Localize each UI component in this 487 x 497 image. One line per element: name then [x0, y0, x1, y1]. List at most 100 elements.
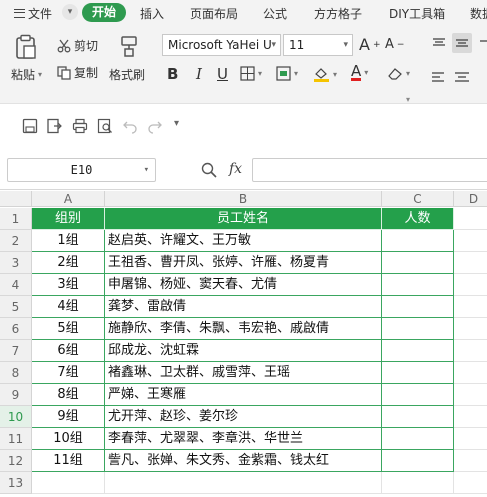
- row-header-9[interactable]: 9: [0, 384, 32, 406]
- table-header-cell[interactable]: 员工姓名: [105, 208, 382, 230]
- table-cell[interactable]: [454, 208, 487, 230]
- table-cell[interactable]: 邱成龙、沈虹霖: [105, 340, 382, 362]
- table-cell[interactable]: 10组: [32, 428, 105, 450]
- table-header-cell[interactable]: 人数: [382, 208, 454, 230]
- column-header-b[interactable]: B: [105, 191, 382, 207]
- save-icon[interactable]: [22, 118, 38, 134]
- table-cell[interactable]: 龚梦、雷啟倩: [105, 296, 382, 318]
- table-cell[interactable]: [382, 230, 454, 252]
- font-name-select[interactable]: Microsoft YaHei U ▾: [162, 34, 281, 56]
- table-cell[interactable]: 3组: [32, 274, 105, 296]
- undo-icon[interactable]: [122, 118, 138, 134]
- table-cell[interactable]: [454, 472, 487, 494]
- increase-font-icon[interactable]: A +: [359, 35, 381, 54]
- table-cell[interactable]: 赵启英、许耀文、王万敏: [105, 230, 382, 252]
- borders-icon[interactable]: ▾: [240, 66, 262, 81]
- align-bottom-icon[interactable]: [476, 33, 487, 53]
- table-cell[interactable]: 褚鑫琳、卫太群、戚雪萍、王瑶: [105, 362, 382, 384]
- table-cell[interactable]: 1组: [32, 230, 105, 252]
- name-box[interactable]: E10 ▾: [7, 158, 156, 182]
- table-cell[interactable]: 严娣、王寒雁: [105, 384, 382, 406]
- table-cell[interactable]: [382, 274, 454, 296]
- table-cell[interactable]: 申屠锦、杨娅、窦天春、尤倩: [105, 274, 382, 296]
- table-cell[interactable]: 7组: [32, 362, 105, 384]
- table-cell[interactable]: [382, 450, 454, 472]
- table-cell[interactable]: 訾凡、张婵、朱文秀、金紫霜、钱太红: [105, 450, 382, 472]
- table-cell[interactable]: [454, 428, 487, 450]
- chevron-down-icon[interactable]: ▾: [271, 35, 276, 55]
- chevron-down-icon[interactable]: ▾: [343, 35, 348, 55]
- print-icon[interactable]: [72, 118, 88, 134]
- fx-icon[interactable]: fx: [229, 161, 242, 177]
- row-header-4[interactable]: 4: [0, 274, 32, 296]
- table-cell[interactable]: 尤开萍、赵珍、姜尔珍: [105, 406, 382, 428]
- chevron-down-icon[interactable]: ▾: [144, 159, 149, 181]
- row-header-2[interactable]: 2: [0, 230, 32, 252]
- table-cell[interactable]: 8组: [32, 384, 105, 406]
- table-cell[interactable]: [454, 362, 487, 384]
- table-cell[interactable]: 11组: [32, 450, 105, 472]
- table-cell[interactable]: 施静欣、李倩、朱飘、韦宏艳、戚啟倩: [105, 318, 382, 340]
- align-middle-icon[interactable]: [452, 33, 472, 53]
- row-header-5[interactable]: 5: [0, 296, 32, 318]
- table-cell[interactable]: [382, 362, 454, 384]
- redo-icon[interactable]: [147, 118, 163, 134]
- table-cell[interactable]: [382, 340, 454, 362]
- table-cell[interactable]: [454, 296, 487, 318]
- table-cell[interactable]: [382, 428, 454, 450]
- table-cell[interactable]: 李春萍、尤翠翠、李章洪、华世兰: [105, 428, 382, 450]
- underline-icon[interactable]: U: [217, 65, 228, 83]
- table-cell[interactable]: [454, 318, 487, 340]
- table-cell[interactable]: [32, 472, 105, 494]
- merge-cells-icon[interactable]: ▾: [276, 66, 298, 81]
- format-painter-button[interactable]: 格式刷: [109, 66, 145, 83]
- row-header-6[interactable]: 6: [0, 318, 32, 340]
- table-cell[interactable]: [382, 296, 454, 318]
- column-header-d[interactable]: D: [454, 191, 487, 207]
- ribbon-expand-icon[interactable]: ▾: [406, 95, 410, 104]
- row-header-11[interactable]: 11: [0, 428, 32, 450]
- format-painter-icon[interactable]: [118, 34, 140, 58]
- table-cell[interactable]: [454, 406, 487, 428]
- table-cell[interactable]: [382, 318, 454, 340]
- tab-page-layout[interactable]: 页面布局: [190, 5, 238, 22]
- print-preview-icon[interactable]: [97, 118, 113, 134]
- align-center-icon[interactable]: [452, 68, 472, 88]
- customize-toolbar-icon[interactable]: ▾: [174, 118, 179, 129]
- eraser-icon[interactable]: ▾: [387, 66, 410, 81]
- table-header-cell[interactable]: 组别: [32, 208, 105, 230]
- table-cell[interactable]: 6组: [32, 340, 105, 362]
- column-header-a[interactable]: A: [32, 191, 105, 207]
- tab-fangfang[interactable]: 方方格子: [314, 5, 362, 22]
- tab-insert[interactable]: 插入: [140, 5, 164, 22]
- select-all-corner[interactable]: [0, 191, 32, 207]
- paste-dropdown-icon[interactable]: ▾: [38, 70, 42, 79]
- table-cell[interactable]: [382, 252, 454, 274]
- paste-button[interactable]: 粘贴 ▾: [11, 66, 42, 83]
- table-cell[interactable]: 9组: [32, 406, 105, 428]
- table-cell[interactable]: [454, 230, 487, 252]
- table-cell[interactable]: [382, 384, 454, 406]
- row-header-12[interactable]: 12: [0, 450, 32, 472]
- align-top-icon[interactable]: [429, 33, 449, 53]
- table-cell[interactable]: [382, 406, 454, 428]
- table-cell[interactable]: 2组: [32, 252, 105, 274]
- tab-diy-toolbox[interactable]: DIY工具箱: [389, 5, 445, 22]
- copy-button[interactable]: 复制: [57, 64, 98, 81]
- align-left-icon[interactable]: [429, 68, 449, 88]
- table-cell[interactable]: [454, 450, 487, 472]
- table-cell[interactable]: [454, 252, 487, 274]
- chevron-down-icon[interactable]: ▾: [62, 4, 78, 20]
- zoom-search-icon[interactable]: [201, 162, 217, 178]
- row-header-1[interactable]: 1: [0, 208, 32, 230]
- paste-icon[interactable]: [14, 34, 38, 60]
- row-header-8[interactable]: 8: [0, 362, 32, 384]
- table-cell[interactable]: [382, 472, 454, 494]
- tab-data[interactable]: 数据: [470, 5, 487, 22]
- table-cell[interactable]: 王祖香、曹开凤、张婷、许雁、杨夏青: [105, 252, 382, 274]
- tab-formulas[interactable]: 公式: [263, 5, 287, 22]
- row-header-7[interactable]: 7: [0, 340, 32, 362]
- table-cell[interactable]: 5组: [32, 318, 105, 340]
- row-header-3[interactable]: 3: [0, 252, 32, 274]
- table-cell[interactable]: [454, 384, 487, 406]
